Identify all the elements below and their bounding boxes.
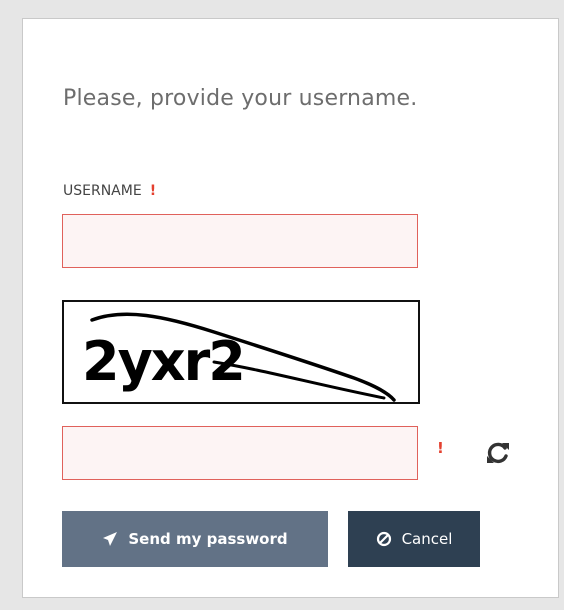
refresh-icon [487,442,509,464]
paper-plane-icon [102,531,118,547]
cancel-label: Cancel [401,530,453,548]
username-label-text: USERNAME [63,183,142,199]
username-label: USERNAME! [63,183,156,199]
captcha-input[interactable] [62,426,418,480]
page-title: Please, provide your username. [63,86,418,111]
send-password-button[interactable]: Send my password [62,511,328,567]
captcha-required-indicator: ! [437,439,444,457]
ban-icon [376,531,392,547]
cancel-button[interactable]: Cancel [348,511,480,567]
refresh-captcha-button[interactable] [484,439,512,467]
captcha-image: 2yxr2 [62,300,420,404]
page-frame: Please, provide your username. USERNAME!… [8,8,559,602]
login-card: Please, provide your username. USERNAME!… [22,18,559,598]
send-password-label: Send my password [128,530,288,548]
username-input[interactable] [62,214,418,268]
required-indicator: ! [149,183,157,199]
